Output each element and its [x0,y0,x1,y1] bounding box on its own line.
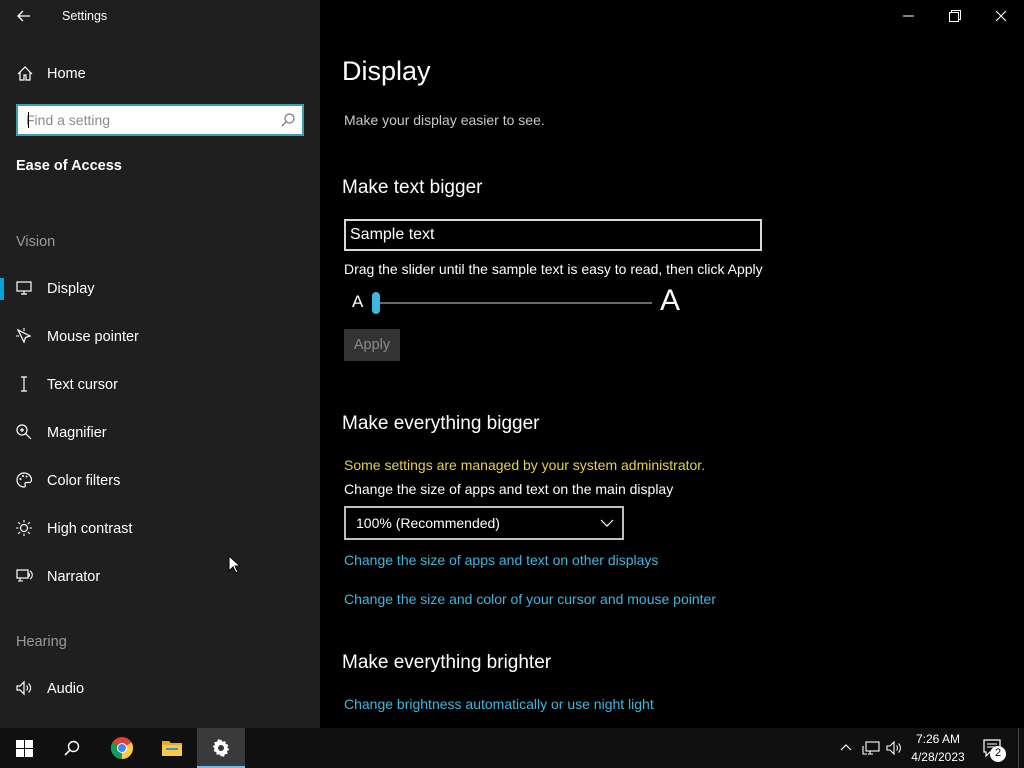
settings-gear-icon [211,738,231,758]
section-heading-everything-brighter: Make everything brighter [342,652,552,673]
text-size-slider-track[interactable] [372,302,652,304]
section-vision: Vision [16,234,56,250]
taskbar-file-explorer-button[interactable] [148,728,196,768]
minimize-icon [903,15,915,17]
chrome-icon [110,736,134,760]
link-cursor-size[interactable]: Change the size and color of your cursor… [344,591,716,607]
clock-time[interactable]: 7:26 AM [903,732,973,746]
sun-icon [15,519,33,537]
search-icon[interactable] [280,112,296,128]
link-other-displays[interactable]: Change the size of apps and text on othe… [344,552,658,568]
show-desktop-strip[interactable] [1018,728,1021,768]
section-hearing: Hearing [16,634,67,650]
show-hidden-icons-icon[interactable] [840,742,852,754]
close-button[interactable] [978,0,1024,32]
home-icon [16,65,34,83]
section-heading-text-bigger: Make text bigger [342,177,483,198]
monitor-icon [15,279,33,297]
sample-text-preview: Sample text [344,219,762,251]
small-a-label: A [352,292,364,311]
palette-icon [15,471,33,489]
network-icon[interactable] [862,740,880,756]
sidebar-item-label: Text cursor [47,377,118,393]
category-title: Ease of Access [16,158,122,174]
taskbar: 7:26 AM 4/28/2023 2 [0,728,1024,768]
display-settings-page: Display Make your display easier to see.… [320,0,1024,728]
close-icon [995,10,1007,22]
scale-dropdown-value: 100% (Recommended) [356,515,500,531]
sidebar-item-magnifier[interactable]: Magnifier [0,411,320,455]
text-size-slider-thumb[interactable] [372,292,380,314]
scale-dropdown[interactable]: 100% (Recommended) [344,506,624,540]
sample-text: Sample text [350,226,435,243]
taskbar-search-button[interactable] [48,728,96,768]
sidebar-item-label: Magnifier [47,425,107,441]
start-button[interactable] [0,728,48,768]
apply-button[interactable]: Apply [344,329,400,361]
start-icon [16,740,33,757]
file-explorer-icon [161,738,183,758]
search-input[interactable] [26,110,266,130]
search-box[interactable] [16,104,304,136]
large-a-label: A [660,284,681,317]
sidebar-item-label: Display [47,281,95,297]
sidebar-item-label: Narrator [47,569,101,585]
page-title: Display [342,56,431,86]
scale-label: Change the size of apps and text on the … [344,481,674,497]
settings-sidebar: Settings Home Ease of Access Vision Disp… [0,0,320,728]
selection-indicator [0,278,4,300]
page-subtitle: Make your display easier to see. [344,112,545,128]
sidebar-item-display[interactable]: Display [0,267,320,311]
restore-icon [949,10,961,22]
link-brightness[interactable]: Change brightness automatically or use n… [344,696,654,712]
sidebar-item-high-contrast[interactable]: High contrast [0,507,320,551]
sidebar-item-label: Home [47,66,86,82]
taskbar-settings-button[interactable] [197,728,245,768]
volume-icon[interactable] [886,740,904,756]
sidebar-item-text-cursor[interactable]: Text cursor [0,363,320,407]
chevron-down-icon [600,516,614,530]
sidebar-item-label: High contrast [47,521,133,537]
speaker-icon [15,679,33,697]
sidebar-item-color-filters[interactable]: Color filters [0,459,320,503]
mouse-pointer-icon [15,327,33,345]
sidebar-item-audio[interactable]: Audio [0,667,320,711]
section-heading-everything-bigger: Make everything bigger [342,413,540,434]
sidebar-item-mouse-pointer[interactable]: Mouse pointer [0,315,320,359]
sidebar-item-home[interactable]: Home [0,52,320,96]
sidebar-item-narrator[interactable]: Narrator [0,555,320,599]
restore-button[interactable] [932,0,978,32]
sidebar-item-label: Mouse pointer [47,329,139,345]
text-cursor-icon [15,375,33,393]
minimize-button[interactable] [886,0,932,32]
sidebar-item-label: Color filters [47,473,121,489]
taskbar-chrome-button[interactable] [98,728,146,768]
window-title: Settings [62,9,108,23]
narrator-icon [15,567,33,585]
admin-notice: Some settings are managed by your system… [344,457,706,473]
sidebar-item-label: Audio [47,681,85,697]
magnifier-icon [15,423,33,441]
mouse-cursor-icon [228,555,242,575]
slider-instruction: Drag the slider until the sample text is… [344,261,763,277]
notification-count: 2 [994,747,1002,759]
search-icon [63,739,81,757]
text-caret [28,112,29,128]
back-arrow-icon[interactable] [16,8,32,24]
clock-date[interactable]: 4/28/2023 [903,750,973,764]
